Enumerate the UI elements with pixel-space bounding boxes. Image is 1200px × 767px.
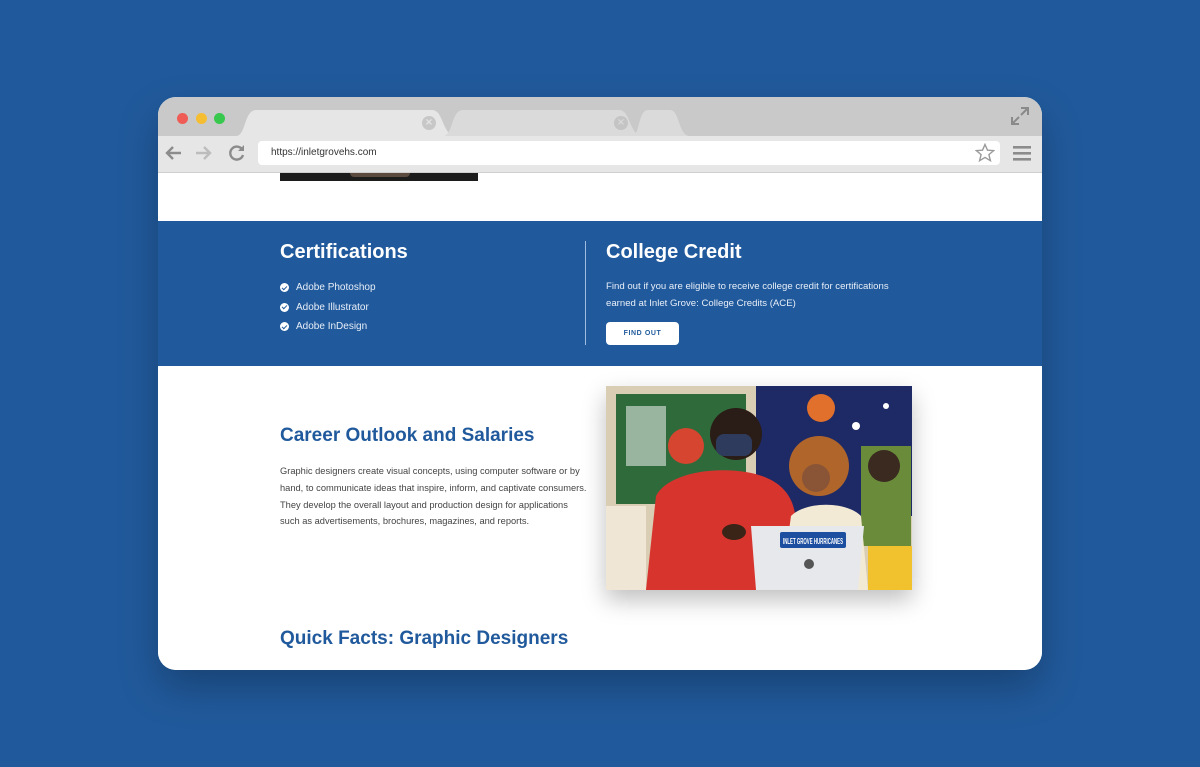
address-bar[interactable]: https://inletgrovehs.com bbox=[258, 141, 1000, 165]
find-out-button[interactable]: FIND OUT bbox=[606, 322, 679, 345]
tab-active[interactable]: × bbox=[236, 110, 456, 136]
college-credit-description: Find out if you are eligible to receive … bbox=[606, 281, 889, 309]
browser-window: × × https://inletgrovehs.com Certificati… bbox=[158, 97, 1042, 670]
tab-bar: × × bbox=[158, 97, 1042, 136]
students-laptop-photo: INLET GROVE HURRICANES bbox=[606, 386, 912, 590]
new-tab-button[interactable] bbox=[632, 110, 690, 136]
forward-arrow-icon[interactable] bbox=[194, 144, 212, 167]
bookmark-star-icon[interactable] bbox=[974, 142, 996, 168]
tab-inactive[interactable]: × bbox=[443, 110, 643, 136]
close-window-button[interactable] bbox=[177, 113, 188, 124]
maximize-window-button[interactable] bbox=[214, 113, 225, 124]
career-outlook-description: Graphic designers create visual concepts… bbox=[280, 466, 587, 527]
certifications-list: Adobe Photoshop Adobe Illustrator Adobe … bbox=[280, 278, 376, 337]
quick-facts-heading: Quick Facts: Graphic Designers bbox=[280, 628, 569, 649]
page-viewport: Certifications Adobe Photoshop Adobe Ill… bbox=[158, 173, 1042, 670]
check-circle-icon bbox=[280, 283, 289, 293]
career-outlook-heading: Career Outlook and Salaries bbox=[280, 425, 535, 446]
laptop-sticker-text: INLET GROVE HURRICANES bbox=[783, 537, 843, 546]
reload-icon[interactable] bbox=[228, 144, 246, 167]
fullscreen-icon[interactable] bbox=[1010, 106, 1030, 131]
tab-close-icon[interactable]: × bbox=[614, 116, 628, 130]
browser-toolbar: https://inletgrovehs.com bbox=[158, 136, 1042, 173]
vertical-divider bbox=[585, 241, 586, 345]
certification-label: Adobe Illustrator bbox=[296, 301, 369, 313]
tab-close-icon[interactable]: × bbox=[422, 116, 436, 130]
url-text[interactable]: https://inletgrovehs.com bbox=[271, 141, 377, 165]
list-item: Adobe Illustrator bbox=[280, 298, 376, 318]
certifications-heading: Certifications bbox=[280, 241, 408, 263]
check-circle-icon bbox=[280, 302, 289, 312]
minimize-window-button[interactable] bbox=[196, 113, 207, 124]
college-credit-heading: College Credit bbox=[606, 241, 742, 263]
certification-label: Adobe InDesign bbox=[296, 321, 368, 333]
back-arrow-icon[interactable] bbox=[165, 144, 183, 167]
certification-label: Adobe Photoshop bbox=[296, 282, 376, 294]
check-circle-icon bbox=[280, 322, 289, 332]
list-item: Adobe Photoshop bbox=[280, 278, 376, 298]
list-item: Adobe InDesign bbox=[280, 317, 376, 337]
cropped-portrait-image bbox=[280, 173, 478, 181]
certifications-band: Certifications Adobe Photoshop Adobe Ill… bbox=[158, 221, 1042, 366]
hamburger-menu-icon[interactable] bbox=[1013, 146, 1031, 166]
